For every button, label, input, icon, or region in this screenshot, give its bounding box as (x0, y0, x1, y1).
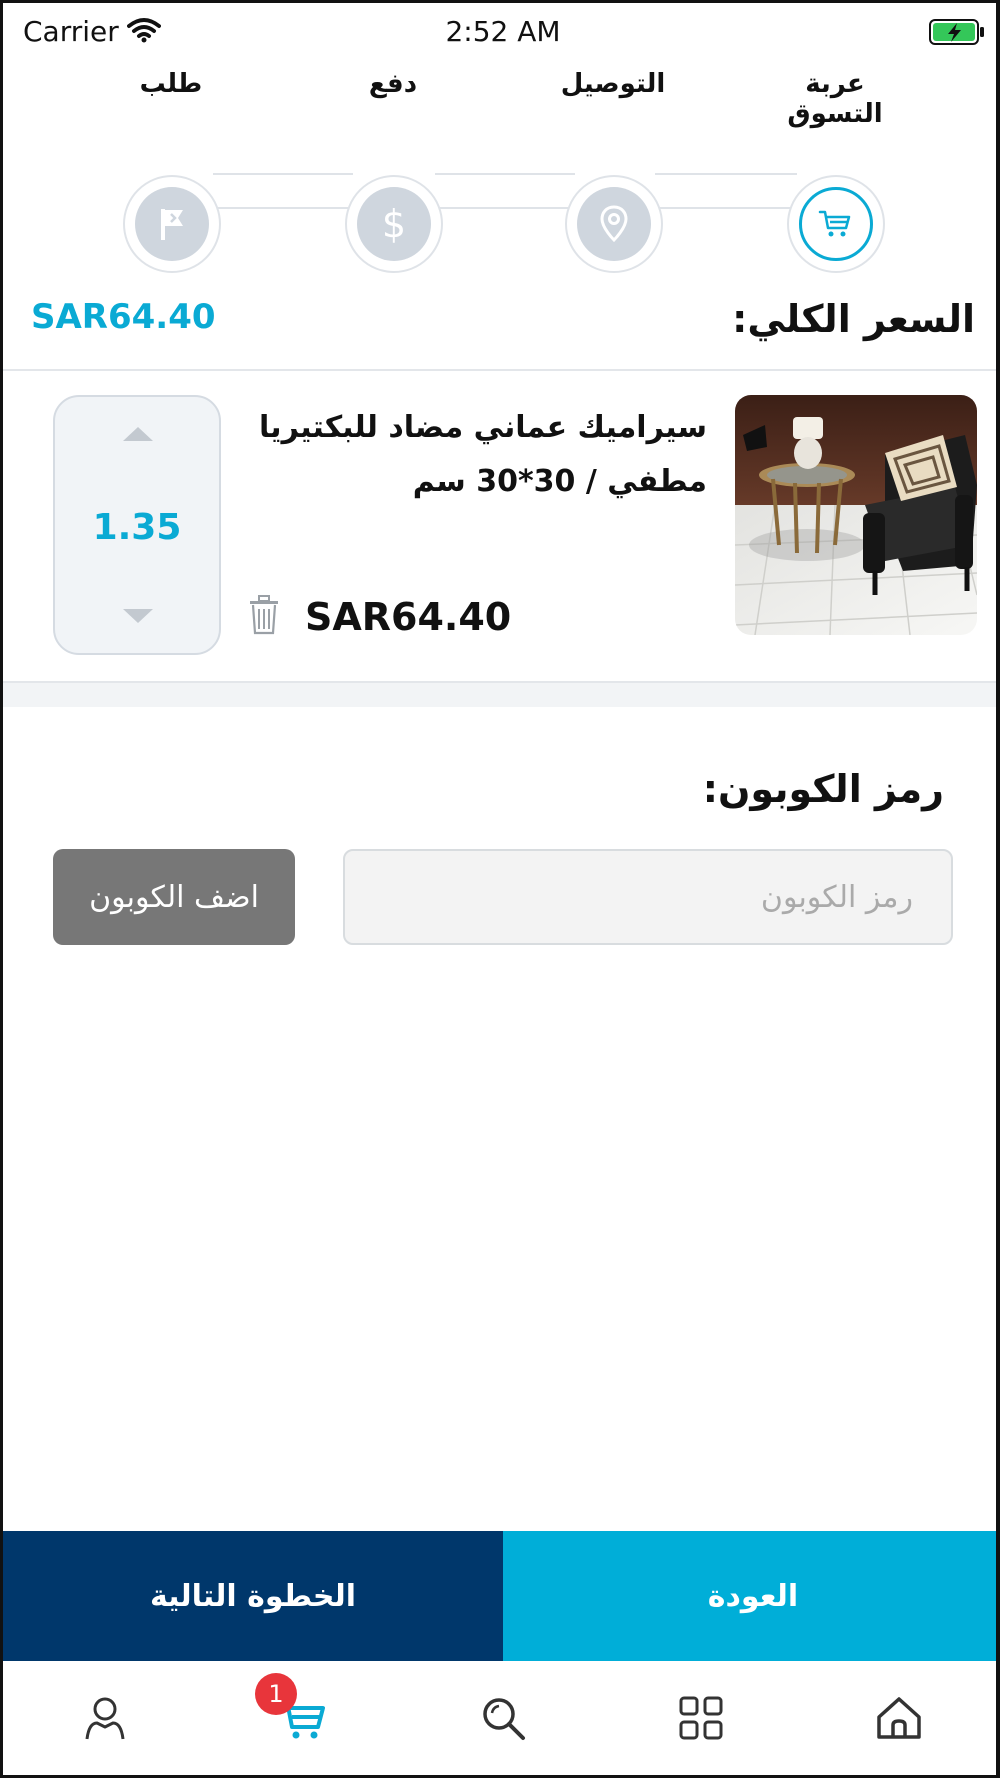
coupon-input[interactable] (343, 849, 953, 945)
tab-categories[interactable] (661, 1685, 741, 1755)
quantity-value: 1.35 (92, 507, 182, 548)
dollar-icon: $ (357, 187, 431, 261)
app-screen: Carrier 2:52 AM عربة التسوق التوصيل دفع … (0, 0, 1000, 1778)
cart-icon (799, 187, 873, 261)
decrease-quantity-button[interactable] (123, 609, 153, 623)
step-label-order: طلب (139, 69, 203, 99)
search-icon (480, 1695, 526, 1745)
add-coupon-button[interactable]: اضف الكوبون (53, 849, 295, 945)
quantity-stepper: 1.35 (53, 395, 221, 655)
step-cart[interactable] (787, 175, 885, 273)
product-image[interactable] (735, 395, 977, 635)
trash-icon[interactable] (247, 595, 281, 635)
increase-quantity-button[interactable] (123, 427, 153, 441)
checkout-stepper: عربة التسوق التوصيل دفع طلب $ (3, 61, 996, 273)
cart-item: سيراميك عماني مضاد للبكتيريا مطفي / 30*3… (3, 371, 996, 681)
location-pin-icon (577, 187, 651, 261)
total-row: السعر الكلي: SAR64.40 (3, 283, 996, 373)
next-step-button[interactable]: الخطوة التالية (3, 1531, 503, 1661)
step-label-delivery: التوصيل (560, 69, 666, 99)
product-name[interactable]: سيراميك عماني مضاد للبكتيريا مطفي / 30*3… (247, 401, 707, 509)
step-delivery[interactable] (565, 175, 663, 273)
product-price: SAR64.40 (305, 595, 512, 639)
flag-icon (135, 187, 209, 261)
step-connector (655, 173, 797, 209)
tab-bar: 1 (3, 1661, 996, 1775)
step-payment[interactable]: $ (345, 175, 443, 273)
home-icon (875, 1695, 923, 1745)
step-label-cart: عربة التسوق (787, 69, 883, 129)
categories-icon (679, 1696, 723, 1744)
status-bar: Carrier 2:52 AM (3, 3, 996, 61)
total-value: SAR64.40 (31, 297, 216, 337)
tab-search[interactable] (463, 1685, 543, 1755)
section-divider (3, 681, 996, 707)
battery-icon (929, 19, 985, 49)
tab-profile[interactable] (65, 1685, 145, 1755)
total-label: السعر الكلي: (732, 297, 975, 341)
step-label-payment: دفع (368, 69, 418, 99)
back-button[interactable]: العودة (503, 1531, 996, 1661)
cart-count-badge: 1 (255, 1673, 297, 1715)
coupon-title: رمز الكوبون: (702, 767, 944, 811)
tab-home[interactable] (859, 1685, 939, 1755)
step-connector (213, 173, 353, 209)
clock: 2:52 AM (445, 15, 561, 48)
step-connector (435, 173, 575, 209)
action-bar: الخطوة التالية العودة (3, 1531, 996, 1661)
profile-icon (83, 1695, 127, 1745)
svg-text:$: $ (382, 203, 406, 245)
step-order[interactable] (123, 175, 221, 273)
